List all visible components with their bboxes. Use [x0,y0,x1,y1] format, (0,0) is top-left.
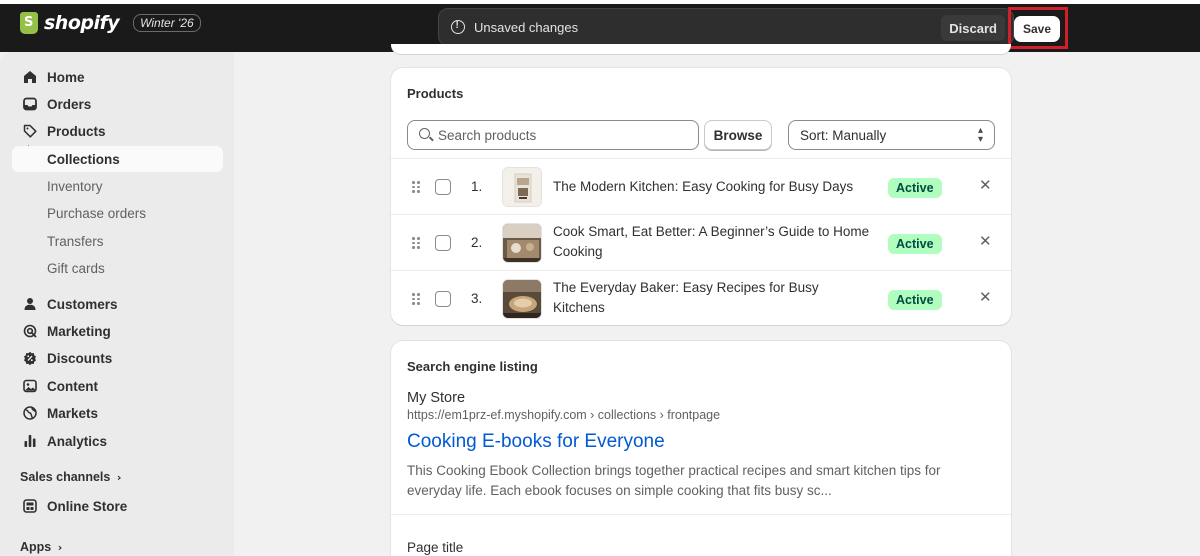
unsaved-message: Unsaved changes [474,20,579,35]
alert-circle-icon [451,20,465,34]
product-row[interactable]: 2. Cook Smart, Eat Better: A Beginner’s … [391,214,1011,270]
home-icon [22,69,38,85]
status-badge: Active [888,234,942,254]
select-caret-icon: ▴ ▾ [977,125,983,145]
product-thumbnail [502,167,542,207]
row-checkbox[interactable] [435,179,451,195]
row-index: 2. [471,235,483,250]
discard-button[interactable]: Discard [941,15,1005,41]
chevron-right-icon: › [57,541,63,554]
sales-channels-header[interactable]: Sales channels › [20,470,121,484]
drag-handle-icon[interactable] [412,181,420,193]
sidebar-item-label: Markets [47,405,99,421]
sidebar: Home Orders Products Collections Invento… [0,52,234,556]
remove-product-icon[interactable]: ✕ [979,176,992,194]
previous-card-edge [391,44,1011,54]
sidebar-item-inventory[interactable]: Inventory [12,173,223,199]
sidebar-item-label: Home [47,69,85,85]
row-index: 3. [471,291,483,306]
unsaved-changes-bar: Unsaved changes Discard [438,8,1014,46]
chevron-right-icon: › [116,471,122,484]
sidebar-item-label: Gift cards [47,260,105,276]
row-checkbox[interactable] [435,235,451,251]
tag-icon [22,123,38,139]
sidebar-item-label: Marketing [47,323,111,339]
products-card: Products Browse Sort: Manually ▴▾ 1. The… [391,68,1011,325]
product-title[interactable]: The Everyday Baker: Easy Recipes for Bus… [553,278,878,318]
sidebar-item-label: Inventory [47,178,103,194]
product-title[interactable]: Cook Smart, Eat Better: A Beginner’s Gui… [553,222,878,262]
drag-handle-icon[interactable] [412,293,420,305]
browse-button[interactable]: Browse [704,120,772,150]
sidebar-item-label: Products [47,123,106,139]
seo-url: https://em1prz-ef.myshopify.com › collec… [407,408,721,422]
sidebar-item-label: Transfers [47,233,104,249]
seo-card-title: Search engine listing [407,359,538,374]
sidebar-item-purchase-orders[interactable]: Purchase orders [12,200,223,226]
edition-badge: Winter '26 [133,14,201,32]
apps-header[interactable]: Apps › [20,540,62,554]
divider [391,514,1011,515]
shopify-bag-icon [20,12,38,34]
product-thumbnail [502,279,542,319]
drag-handle-icon[interactable] [412,237,420,249]
search-products-field[interactable] [407,120,699,150]
sidebar-item-label: Content [47,378,98,394]
sidebar-item-label: Purchase orders [47,205,147,221]
product-row[interactable]: 1. The Modern Kitchen: Easy Cooking for … [391,158,1011,214]
page-title-label: Page title [407,540,464,555]
remove-product-icon[interactable]: ✕ [979,232,992,250]
products-card-title: Products [407,86,464,101]
sidebar-item-content[interactable]: Content [12,373,223,399]
store-icon [22,498,38,514]
sidebar-item-collections[interactable]: Collections [12,146,223,172]
sidebar-item-label: Collections [47,151,120,167]
globe-icon [22,405,38,421]
search-engine-listing-card: Search engine listing My Store https://e… [391,341,1011,556]
product-thumbnail [502,223,542,263]
shopify-logo[interactable]: shopify Winter '26 [20,12,201,34]
sidebar-item-marketing[interactable]: Marketing [12,318,223,344]
sidebar-item-label: Discounts [47,350,113,366]
sidebar-item-markets[interactable]: Markets [12,400,223,426]
row-checkbox[interactable] [435,291,451,307]
status-badge: Active [888,178,942,198]
sidebar-item-orders[interactable]: Orders [12,91,223,117]
sidebar-item-analytics[interactable]: Analytics [12,428,223,454]
sidebar-item-transfers[interactable]: Transfers [12,228,223,254]
sidebar-item-label: Customers [47,296,118,312]
sidebar-item-online-store[interactable]: Online Store [12,493,223,519]
seo-listing-title[interactable]: Cooking E-books for Everyone [407,431,665,453]
search-icon [419,128,430,139]
inbox-icon [22,96,38,112]
search-input[interactable] [438,126,688,144]
product-row[interactable]: 3. The Everyday Baker: Easy Recipes for … [391,270,1011,326]
seo-description: This Cooking Ebook Collection brings tog… [407,463,941,498]
sidebar-item-discounts[interactable]: Discounts [12,345,223,371]
seo-store-name: My Store [407,390,466,406]
sort-select[interactable]: Sort: Manually ▴ ▾ [788,120,995,150]
sidebar-item-gift-cards[interactable]: Gift cards [12,255,223,281]
sidebar-item-customers[interactable]: Customers [12,291,223,317]
bar-chart-icon [22,433,38,449]
product-title[interactable]: The Modern Kitchen: Easy Cooking for Bus… [553,177,878,197]
content-icon [22,378,38,394]
row-index: 1. [471,179,483,194]
sort-value: Sort: Manually [800,128,887,143]
discount-icon [22,350,38,366]
sidebar-item-label: Online Store [47,498,128,514]
sidebar-item-home[interactable]: Home [12,64,223,90]
save-button[interactable]: Save [1014,16,1060,42]
sidebar-item-label: Analytics [47,433,108,449]
brand-name: shopify [44,12,120,34]
person-icon [22,296,38,312]
remove-product-icon[interactable]: ✕ [979,288,992,306]
target-icon [22,323,38,339]
sidebar-item-products[interactable]: Products [12,118,223,144]
sidebar-item-label: Orders [47,96,92,112]
status-badge: Active [888,290,942,310]
